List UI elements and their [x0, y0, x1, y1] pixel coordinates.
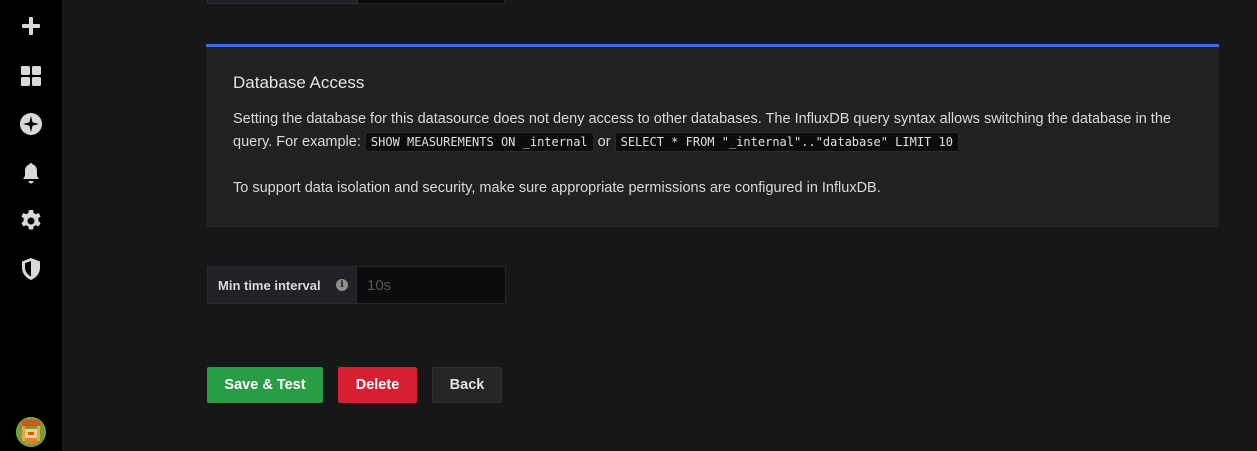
save-test-button[interactable]: Save & Test [207, 367, 323, 403]
info-box-permissions-note: To support data isolation and security, … [233, 180, 881, 196]
delete-button[interactable]: Delete [338, 367, 417, 403]
shield-icon[interactable] [17, 255, 45, 283]
back-button[interactable]: Back [432, 367, 502, 403]
info-icon[interactable]: i [336, 279, 348, 291]
previous-field-input[interactable] [357, 0, 505, 4]
info-box-title: Database Access [233, 73, 365, 92]
min-time-interval-row: Min time interval i [207, 266, 506, 304]
sidebar [0, 0, 62, 451]
code-example-show: SHOW MEASUREMENTS ON _internal [364, 132, 594, 152]
min-time-interval-label: Min time interval i [207, 266, 357, 304]
compass-icon[interactable] [17, 110, 45, 138]
avatar[interactable] [16, 417, 46, 447]
gear-icon[interactable] [17, 207, 45, 235]
dashboards-grid-icon[interactable] [17, 62, 45, 90]
code-example-select: SELECT * FROM "_internal".."database" LI… [614, 132, 959, 152]
previous-field-label [207, 0, 357, 4]
info-box-paragraph: Setting the database for this datasource… [233, 108, 1192, 154]
previous-field-row [207, 0, 505, 4]
main-content: Database Access Setting the database for… [62, 0, 1257, 451]
database-access-info-box: Database Access Setting the database for… [206, 44, 1219, 227]
or-text: or [593, 134, 615, 150]
plus-icon[interactable] [17, 12, 45, 40]
min-time-interval-label-text: Min time interval [218, 277, 321, 293]
bell-icon[interactable] [17, 159, 45, 187]
min-time-interval-input[interactable] [357, 266, 506, 304]
